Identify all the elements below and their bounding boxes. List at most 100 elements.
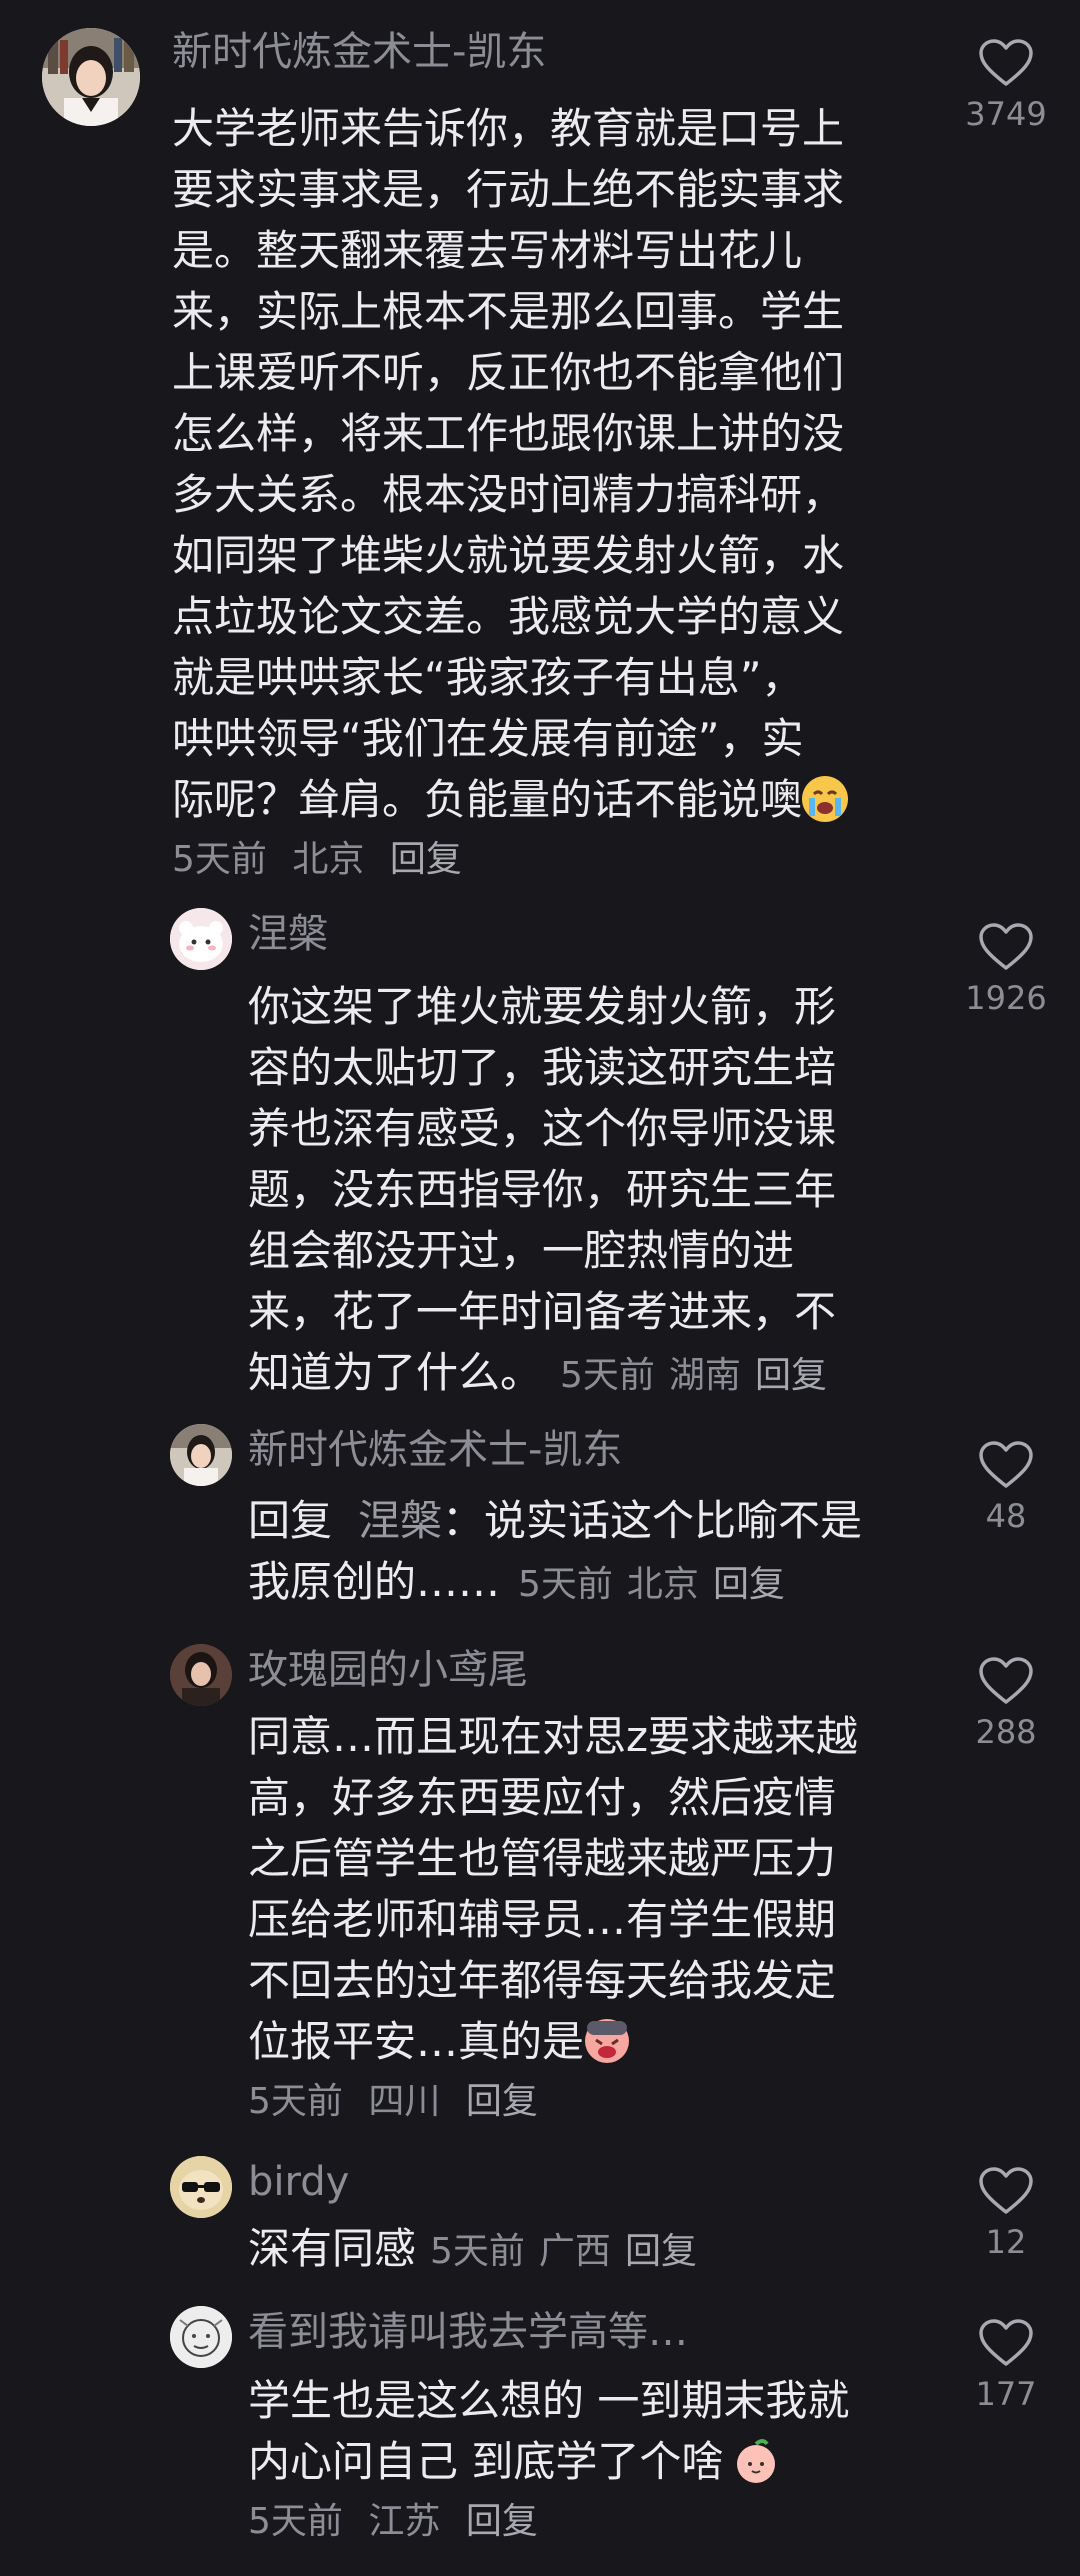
comment-time: 5天前: [172, 839, 267, 880]
comment-username[interactable]: birdy: [248, 2156, 349, 2208]
comment-line: 来，花了一年时间备考进来，不: [248, 1287, 837, 1336]
avatar-person-dark-image: [170, 1644, 232, 1706]
comment-line: 哄哄领导“我们在发展有前途”，实: [172, 714, 804, 763]
comment-meta: 5天前 北京 回复: [518, 1564, 799, 1605]
comment-line: 题，没东西指导你，研究生三年: [248, 1165, 837, 1214]
comment-line: 多大关系。根本没时间精力搞科研，: [172, 470, 845, 519]
comment-text: 大学老师来告诉你，教育就是口号上 要求实事求是，行动上绝不能实事求 是。整天翻来…: [172, 98, 849, 886]
comment-location: 北京: [292, 839, 365, 880]
comment-line: 点垃圾论文交差。我感觉大学的意义: [172, 592, 845, 641]
comment-meta: 5天前 江苏 回复: [248, 2496, 849, 2548]
comment-line-text: 位报平安…真的是: [248, 2017, 585, 2066]
comment-location: 江苏: [368, 2501, 441, 2542]
heart-icon: [979, 39, 1033, 86]
comment-location: 四川: [368, 2081, 441, 2122]
avatar-dog-sunglasses-image: [170, 2156, 232, 2218]
tired-face-emoji: [584, 2018, 630, 2064]
comment-text: 你这架了堆火就要发射火箭，形 容的太贴切了，我读这研究生培 养也深有感受，这个你…: [248, 976, 841, 1403]
comment-line: 来，实际上根本不是那么回事。学生: [172, 287, 845, 336]
comment-username[interactable]: 新时代炼金术士-凯东: [248, 1424, 622, 1476]
comment-line: 同意…而且现在对思z要求越来越: [248, 1712, 859, 1761]
comment-line: 内心问自己 到底学了个啥: [248, 2431, 849, 2492]
comment-line: 深有同感 5天前 广西 回复: [248, 2218, 711, 2279]
comment-location: 湖南: [668, 1355, 741, 1396]
reply-target-user[interactable]: 涅槃: [358, 1496, 442, 1545]
comment-time: 5天前: [248, 2081, 343, 2122]
comment-line: 要求实事求是，行动上绝不能实事求: [172, 165, 845, 214]
reply-button[interactable]: 回复: [625, 2231, 697, 2272]
comment-line: 回复 涅槃：说实话这个比喻不是: [248, 1490, 862, 1551]
comment-text: 深有同感 5天前 广西 回复: [248, 2218, 711, 2279]
like-button[interactable]: 3749: [946, 38, 1066, 134]
comment-username[interactable]: 新时代炼金术士-凯东: [172, 26, 546, 78]
comment-time: 5天前: [430, 2231, 525, 2272]
heart-icon: [979, 2167, 1033, 2214]
comment-username[interactable]: 玫瑰园的小鸢尾: [248, 1644, 528, 1696]
like-button[interactable]: 12: [946, 2166, 1066, 2262]
reply-button[interactable]: 回复: [390, 839, 462, 880]
comment-meta: 5天前 广西 回复: [430, 2231, 711, 2272]
like-count: 12: [985, 2223, 1027, 2261]
comment-text: 回复 涅槃：说实话这个比喻不是 我原创的…… 5天前 北京 回复: [248, 1490, 862, 1612]
heart-icon: [979, 923, 1033, 970]
comment-line: 如同架了堆柴火就说要发射火箭，水: [172, 531, 845, 580]
like-count: 177: [975, 2375, 1037, 2413]
crying-face-emoji: [802, 776, 849, 822]
comment-line: 养也深有感受，这个你导师没课: [248, 1104, 837, 1153]
comment-line-text: 内心问自己 到底学了个啥: [248, 2437, 724, 2486]
like-button[interactable]: 288: [946, 1656, 1066, 1752]
comment-line: 怎么样，将来工作也跟你课上讲的没: [172, 409, 845, 458]
comment-time: 5天前: [248, 2501, 343, 2542]
comment-time: 5天前: [518, 1564, 613, 1605]
comment-line: 上课爱听不听，反正你也不能拿他们: [172, 348, 845, 397]
comment-line: 高，好多东西要应付，然后疫情: [248, 1773, 837, 1822]
comment-username[interactable]: 看到我请叫我去学高等…: [248, 2306, 688, 2358]
comment-meta: 5天前 湖南 回复: [560, 1355, 841, 1396]
comment-line: 学生也是这么想的 一到期末我就: [248, 2376, 850, 2425]
reply-button[interactable]: 回复: [466, 2081, 538, 2122]
comment-text: 学生也是这么想的 一到期末我就 内心问自己 到底学了个啥 5天前 江苏 回复: [248, 2370, 849, 2548]
reply-button[interactable]: 回复: [755, 1355, 827, 1396]
avatar[interactable]: [170, 1644, 232, 1706]
comment-username[interactable]: 涅槃: [248, 908, 328, 960]
avatar[interactable]: [170, 1424, 232, 1486]
comment-line-text: 际呢？耸肩。负能量的话不能说噢: [172, 775, 803, 824]
heart-icon: [979, 2319, 1033, 2366]
like-count: 1926: [965, 979, 1047, 1017]
comment-line-text: 我原创的……: [248, 1557, 501, 1606]
comment-line: 就是哄哄家长“我家孩子有出息”，: [172, 653, 804, 702]
peach-face-emoji: [733, 2438, 779, 2484]
comment-location: 广西: [538, 2231, 611, 2272]
comment-line-text: ：说实话这个比喻不是: [442, 1496, 863, 1545]
comment-text: 同意…而且现在对思z要求越来越 高，好多东西要应付，然后疫情 之后管学生也管得越…: [248, 1706, 858, 2128]
comment-meta: 5天前 四川 回复: [248, 2076, 858, 2128]
avatar[interactable]: [170, 2156, 232, 2218]
comment-line: 容的太贴切了，我读这研究生培: [248, 1043, 837, 1092]
reply-prefix: 回复: [248, 1496, 333, 1545]
comment-line: 知道为了什么。 5天前 湖南 回复: [248, 1342, 841, 1403]
comment-line-text: 知道为了什么。: [248, 1348, 543, 1397]
comment-location: 北京: [626, 1564, 699, 1605]
avatar[interactable]: [42, 28, 140, 126]
comment-line: 际呢？耸肩。负能量的话不能说噢: [172, 769, 849, 830]
like-button[interactable]: 1926: [946, 922, 1066, 1018]
comment-line: 位报平安…真的是: [248, 2011, 858, 2072]
avatar[interactable]: [170, 2306, 232, 2368]
comment-line: 压给老师和辅导员…有学生假期: [248, 1895, 837, 1944]
like-count: 288: [975, 1713, 1037, 1751]
like-count: 3749: [965, 95, 1047, 133]
comment-line: 组会都没开过，一腔热情的进: [248, 1226, 795, 1275]
like-button[interactable]: 177: [946, 2318, 1066, 2414]
comment-time: 5天前: [560, 1355, 655, 1396]
reply-button[interactable]: 回复: [466, 2501, 538, 2542]
comment-line: 大学老师来告诉你，教育就是口号上: [172, 104, 845, 153]
comment-line: 不回去的过年都得每天给我发定: [248, 1956, 837, 2005]
avatar-cute-animal-image: [170, 908, 232, 970]
comment-meta: 5天前 北京 回复: [172, 834, 848, 886]
like-count: 48: [985, 1497, 1027, 1535]
avatar-person-image: [42, 28, 140, 126]
comment-line-text: 深有同感: [248, 2224, 417, 2273]
avatar[interactable]: [170, 908, 232, 970]
like-button[interactable]: 48: [946, 1440, 1066, 1536]
reply-button[interactable]: 回复: [713, 1564, 785, 1605]
